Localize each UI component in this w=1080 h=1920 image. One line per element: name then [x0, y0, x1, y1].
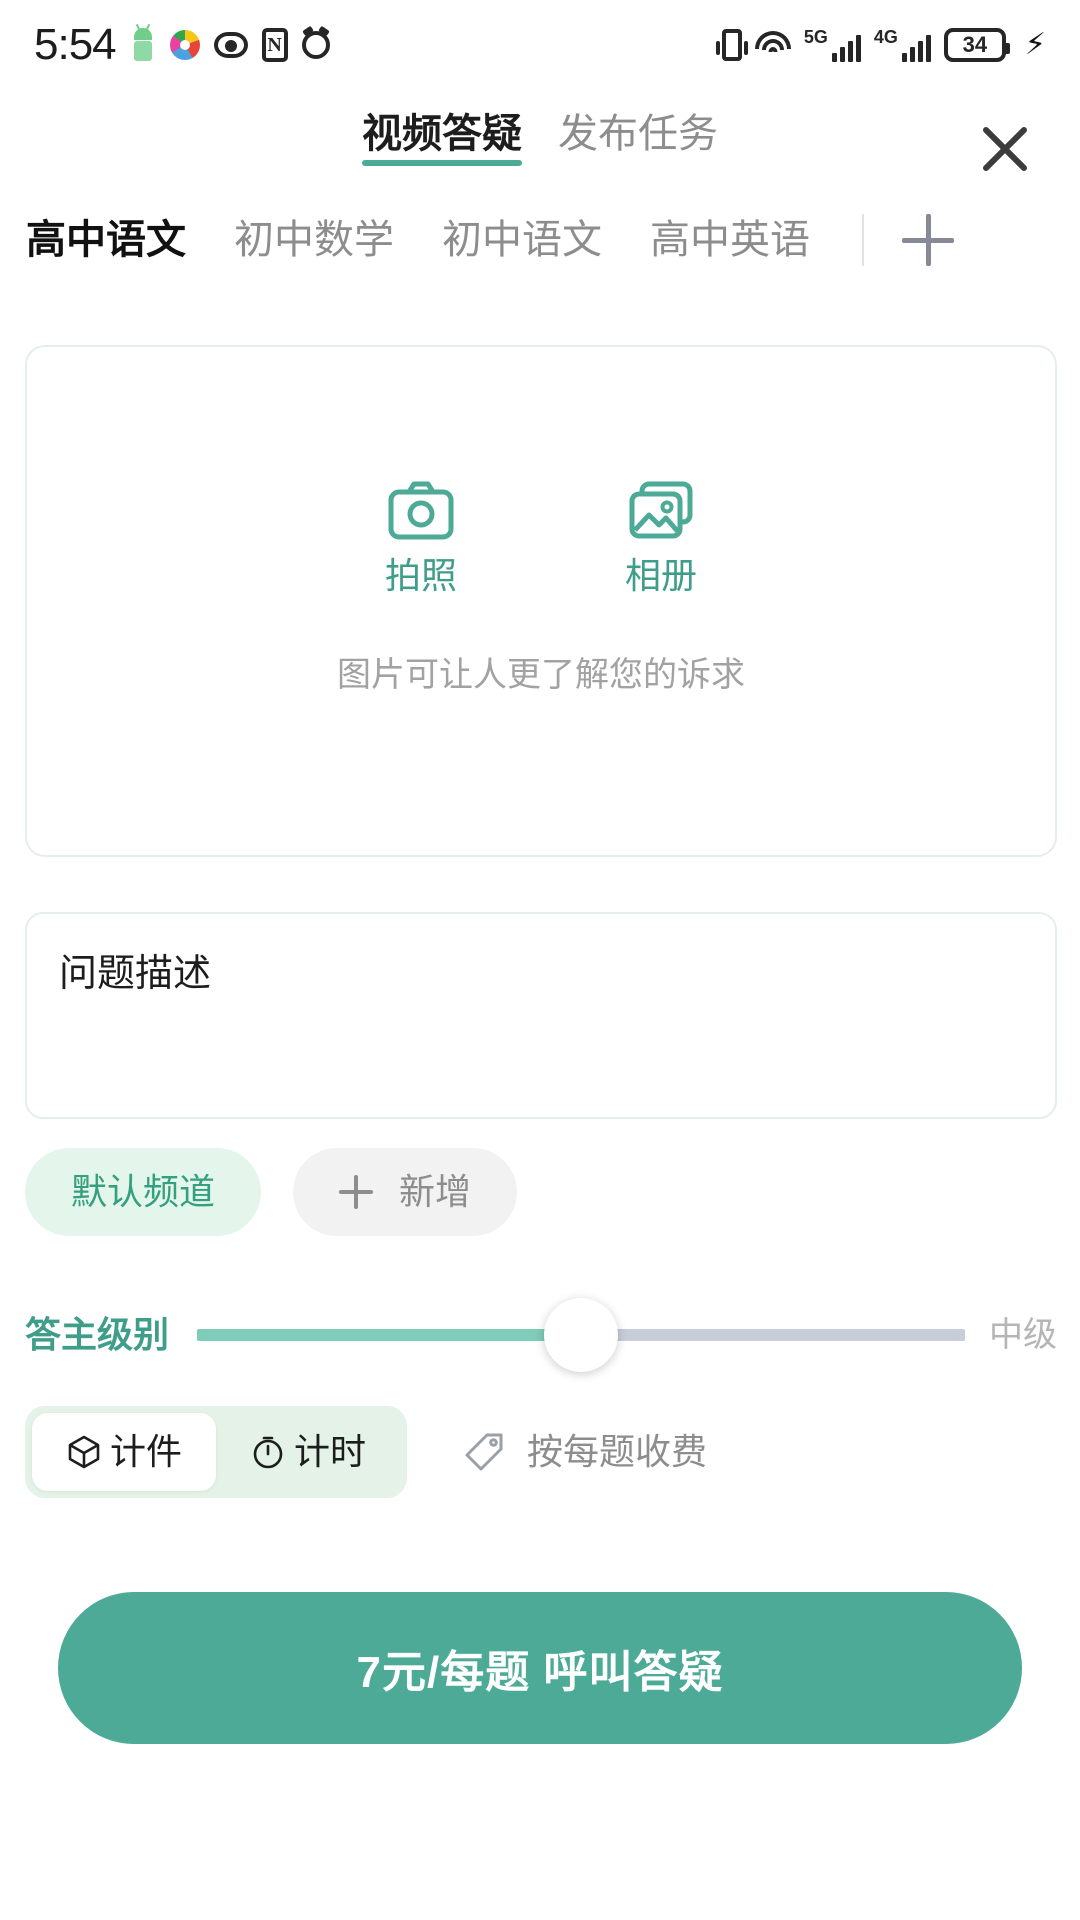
album-label: 相册 — [625, 555, 698, 596]
pricing-mode-per-item[interactable]: 计件 — [32, 1413, 217, 1491]
tab-publish-task[interactable]: 发布任务 — [558, 114, 718, 166]
app-screen: 5:54 N 5G 4G 34 ⚡ 视频答疑 发布任务 高中语文 初中数学 初中… — [0, 0, 1080, 1920]
nfc-icon: N — [261, 28, 288, 62]
android-icon — [130, 23, 156, 62]
status-time: 5:54 — [34, 20, 117, 69]
call-answer-button[interactable]: 7元/每题 呼叫答疑 — [58, 1592, 1022, 1744]
channel-chips: 默认频道 新增 — [25, 1148, 518, 1236]
take-photo-button[interactable]: 拍照 — [385, 480, 457, 594]
upload-actions: 拍照 相册 — [385, 480, 697, 594]
answerer-level-slider[interactable] — [197, 1290, 965, 1380]
fee-note[interactable]: 按每题收费 — [463, 1430, 707, 1474]
add-channel-label: 新增 — [399, 1171, 472, 1212]
battery-icon: 34 — [943, 28, 1010, 62]
charging-bolt-icon: ⚡ — [1024, 28, 1046, 61]
question-description-value: 问题描述 — [59, 953, 212, 995]
signal-5g-icon: 5G — [804, 28, 861, 62]
battery-level: 34 — [962, 32, 988, 57]
image-icon — [629, 481, 693, 539]
swirl-icon — [169, 30, 200, 60]
album-button[interactable]: 相册 — [625, 480, 697, 594]
subject-tab-bar: 高中语文 初中数学 初中语文 高中英语 — [0, 196, 1080, 284]
status-bar-left: 5:54 N — [34, 23, 330, 67]
price-tag-icon — [465, 1433, 503, 1471]
take-photo-label: 拍照 — [384, 555, 457, 596]
pricing-mode-per-item-label: 计件 — [110, 1431, 183, 1472]
close-button[interactable] — [970, 114, 1040, 184]
pricing-mode-segmented: 计件 计时 — [25, 1406, 408, 1498]
status-bar-right: 5G 4G 34 ⚡ — [715, 28, 1046, 62]
answerer-level-row: 答主级别 中级 — [25, 1290, 1057, 1380]
slider-track-fill — [197, 1329, 581, 1341]
camera-icon — [388, 481, 454, 540]
eye-icon — [213, 32, 248, 58]
signal-4g-icon: 4G — [874, 28, 931, 62]
answerer-level-value: 中级 — [989, 1316, 1057, 1354]
question-description-input[interactable]: 问题描述 — [25, 912, 1057, 1119]
header: 视频答疑 发布任务 — [0, 90, 1080, 190]
vibrate-icon — [715, 29, 748, 61]
status-bar: 5:54 N 5G 4G 34 ⚡ — [0, 0, 1080, 90]
tab-video-qa[interactable]: 视频答疑 — [362, 114, 522, 166]
wifi-icon — [754, 31, 791, 59]
plus-icon — [339, 1175, 374, 1209]
pricing-mode-per-time-label: 计时 — [294, 1431, 367, 1472]
pricing-mode-per-time[interactable]: 计时 — [216, 1413, 400, 1491]
subject-tab-0[interactable]: 高中语文 — [26, 220, 186, 260]
add-channel-button[interactable]: 新增 — [293, 1148, 518, 1236]
subject-tab-3[interactable]: 高中英语 — [650, 220, 810, 260]
subject-divider — [862, 214, 864, 266]
fee-note-label: 按每题收费 — [527, 1431, 708, 1472]
image-upload-card[interactable]: 拍照 相册 图片可让人更了解您的诉求 — [25, 345, 1057, 857]
slider-thumb[interactable] — [544, 1298, 618, 1372]
signal-5g-label: 5G — [803, 27, 828, 47]
subject-tab-1[interactable]: 初中数学 — [234, 220, 394, 260]
pricing-mode-row: 计件 计时 按每题收费 — [25, 1406, 707, 1498]
upload-hint: 图片可让人更了解您的诉求 — [337, 656, 745, 694]
stopwatch-icon — [253, 1436, 283, 1469]
close-icon — [983, 127, 1027, 171]
cube-icon — [68, 1435, 100, 1469]
add-subject-icon[interactable] — [902, 214, 954, 266]
alarm-icon — [301, 31, 330, 59]
answerer-level-label: 答主级别 — [25, 1314, 170, 1355]
header-tabs: 视频答疑 发布任务 — [362, 114, 718, 166]
subject-tab-2[interactable]: 初中语文 — [442, 220, 602, 260]
channel-chip-default[interactable]: 默认频道 — [25, 1148, 262, 1236]
signal-4g-label: 4G — [873, 27, 898, 47]
